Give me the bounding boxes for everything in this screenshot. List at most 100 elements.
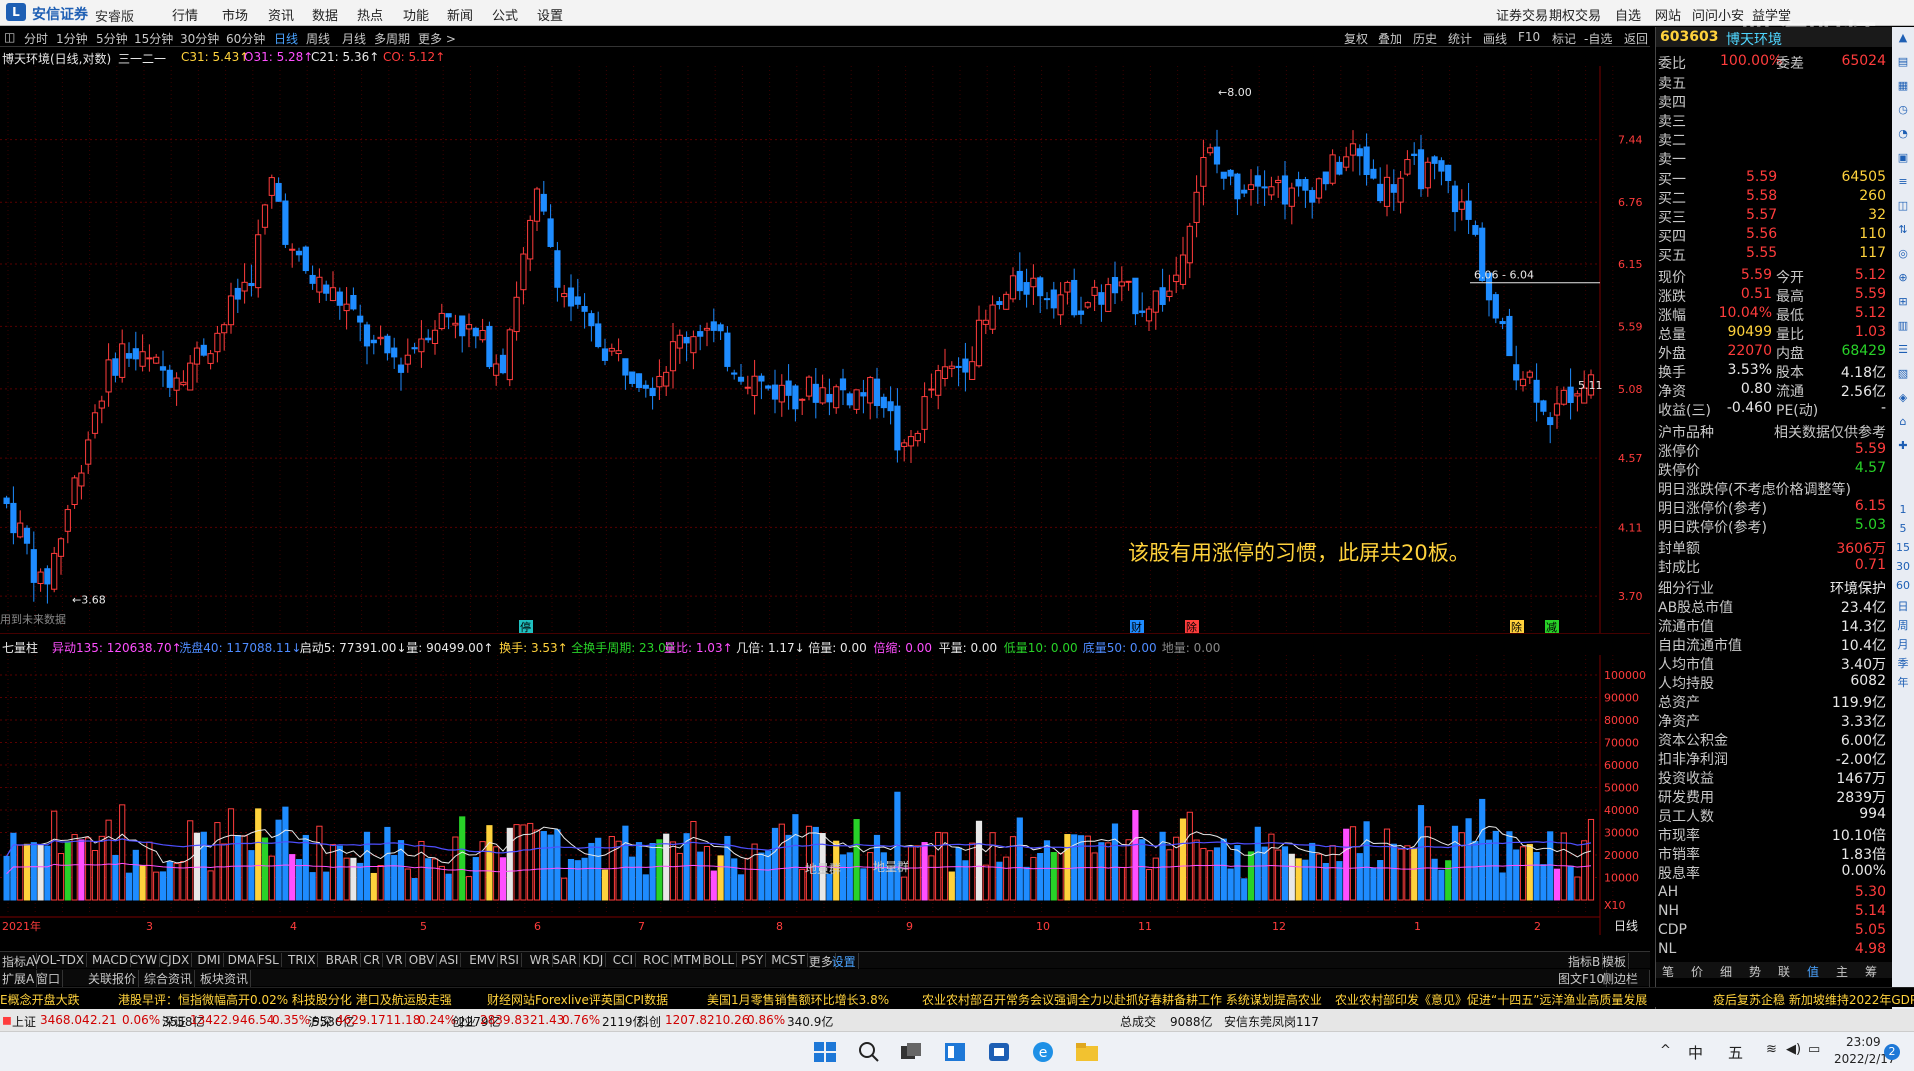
ticker-news-item[interactable]: 农业农村部印发《意见》促进“十四五”远洋渔业高质量发展 [1335,991,1647,1007]
indicator-tab[interactable]: RSI [497,953,522,967]
wifi-icon[interactable]: ≋ [1766,1042,1777,1057]
menu-item[interactable]: 数据 [312,5,338,24]
windows-start-icon[interactable] [812,1040,838,1064]
indicator-tab[interactable]: WR [528,953,553,967]
period-tab[interactable]: 多周期 [374,30,410,47]
ticker-news-item[interactable]: 港股早评：恒指微幅高开0.02% 科技股分化 港口及航运股走强 [118,991,452,1007]
indicator-tab[interactable]: VR [384,953,406,967]
ticker-news-item[interactable]: 财经网站Forexlive评英国CPI数据 [487,991,668,1007]
window-tab[interactable]: 综合资讯 [142,970,196,987]
clock-time[interactable]: 23:09 [1846,1035,1881,1049]
indicator-tab[interactable]: BOLL [701,953,738,967]
side-period-button[interactable]: 日 [1895,598,1911,614]
side-tool-icon[interactable]: ≡ [1895,175,1911,191]
period-tab[interactable]: 5分钟 [96,30,128,47]
tray-chevron-icon[interactable]: ^ [1660,1043,1671,1058]
toolbar-right-button[interactable]: 统计 [1448,30,1472,47]
toolbar-right-button[interactable]: 叠加 [1378,30,1402,47]
toolbar-right-button[interactable]: 画线 [1483,30,1507,47]
side-tool-icon[interactable]: ▣ [1895,151,1911,167]
candlestick-chart[interactable]: 7.44 6.76 6.15 5.59 5.08 4.57 4.11 3.70 ←8.00 ←3.… [0,66,1650,634]
browser-icon[interactable]: e [1030,1040,1056,1064]
period-tab[interactable]: 月线 [342,30,366,47]
side-tool-icon[interactable]: ◈ [1895,391,1911,407]
indicator-tab[interactable]: OBV [407,953,438,967]
menu-right-item[interactable]: 网站 [1655,5,1681,24]
side-period-button[interactable]: 60 [1895,579,1911,595]
side-period-button[interactable]: 15 [1895,541,1911,557]
search-icon[interactable] [856,1040,882,1064]
index-name[interactable]: 科创 [637,1013,661,1030]
side-tool-icon[interactable]: ◷ [1895,103,1911,119]
side-tool-icon[interactable]: ◎ [1895,247,1911,263]
period-tab[interactable]: 60分钟 [226,30,265,47]
index-name[interactable]: 深证 [162,1013,186,1030]
side-tool-icon[interactable]: ◫ [1895,199,1911,215]
indicator-tab[interactable]: CJDX [158,953,193,967]
quote-bottom-tab[interactable]: 筹 [1865,963,1877,980]
side-tool-icon[interactable]: ☰ [1895,343,1911,359]
quote-bottom-tab[interactable]: 细 [1720,963,1732,980]
toolbar-right-button[interactable]: 返回 [1624,30,1648,47]
side-tool-icon[interactable]: ▥ [1895,319,1911,335]
side-tool-icon[interactable]: ⇅ [1895,223,1911,239]
chart-mode[interactable]: 三一二一 [118,50,166,67]
side-period-button[interactable]: 30 [1895,560,1911,576]
indicator-tab[interactable]: ROC [641,953,673,967]
index-name[interactable]: 创业 [452,1013,476,1030]
indicator-tab[interactable]: ASI [437,953,462,967]
notification-badge[interactable]: 2 [1884,1044,1900,1060]
indicator-tab[interactable]: TRIX [286,953,319,967]
menu-item[interactable]: 新闻 [447,5,473,24]
ime-lang[interactable]: 中 [1688,1042,1703,1063]
folder-icon[interactable] [1074,1040,1100,1064]
quote-bottom-tab[interactable]: 笔 [1662,963,1674,980]
side-period-button[interactable]: 季 [1895,655,1911,671]
volume-indicator-name[interactable]: 七量柱 [2,639,38,656]
side-period-button[interactable]: 周 [1895,617,1911,633]
menu-item[interactable]: 热点 [357,5,383,24]
indicator-tab[interactable]: KDJ [581,953,607,967]
period-tab[interactable]: 1分钟 [56,30,88,47]
stock-app-icon[interactable] [986,1040,1012,1064]
side-tool-icon[interactable]: ⊕ [1895,271,1911,287]
side-tool-icon[interactable]: ▤ [1895,55,1911,71]
side-tool-icon[interactable]: ⊞ [1895,295,1911,311]
ticker-news-item[interactable]: 美国1月零售销售额环比增长3.8% [707,991,889,1007]
period-tab[interactable]: 周线 [306,30,330,47]
period-tab[interactable]: 分时 [24,30,48,47]
indicator-tab[interactable]: MTM [671,953,705,967]
indicator-tab[interactable]: DMA [226,953,259,967]
toolbar-right-button[interactable]: 标记 [1552,30,1576,47]
indicator-tab[interactable]: VOL-TDX [30,953,88,967]
indicator-tab[interactable]: CCI [611,953,637,967]
ticker-news-item[interactable]: 疫后复苏企稳 新加坡维持2022年GDP [1713,991,1914,1007]
indicator-tab[interactable]: 设置 [830,953,859,970]
quote-bottom-tab[interactable]: 势 [1749,963,1761,980]
ime-mode[interactable]: 五 [1728,1042,1743,1063]
indicator-tab[interactable]: BRAR [324,953,362,967]
side-period-button[interactable]: 月 [1895,636,1911,652]
period-tab[interactable]: 15分钟 [134,30,173,47]
index-name[interactable]: 上证 [12,1013,36,1030]
window-tab[interactable]: 板块资讯 [198,970,252,987]
ticker-news-item[interactable]: 农业农村部召开常务会议强调全力以赴抓好春耕备耕工作 系统谋划提高农业 [922,991,1322,1007]
quote-bottom-tab[interactable]: 价 [1691,963,1703,980]
toolbar-right-button[interactable]: -自选 [1584,30,1612,47]
side-tool-icon[interactable]: ▦ [1895,79,1911,95]
grid-toggle-icon[interactable]: ◫ [4,30,15,44]
window-tab[interactable]: 窗口 [34,970,64,987]
task-view-icon[interactable] [898,1040,924,1064]
indicator-tab[interactable]: DMI [195,953,224,967]
index-name[interactable]: 沪深 [308,1013,332,1030]
indicator-tab[interactable]: PSY [739,953,767,967]
toolbar-right-button[interactable]: F10 [1518,30,1540,44]
indicator-tab[interactable]: SAR [550,953,580,967]
widgets-icon[interactable] [942,1040,968,1064]
toolbar-right-button[interactable]: 复权 [1344,30,1368,47]
menu-item[interactable]: 公式 [492,5,518,24]
menu-right-item[interactable]: 期权交易 [1549,5,1601,24]
side-period-button[interactable]: 5 [1895,522,1911,538]
period-tab[interactable]: 日线 [274,30,298,47]
quote-bottom-tab[interactable]: 主 [1836,963,1848,980]
